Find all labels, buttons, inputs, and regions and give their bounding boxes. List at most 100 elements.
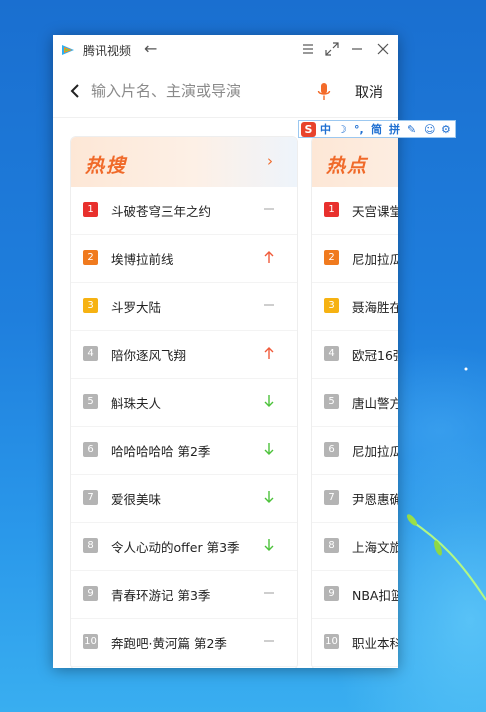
divider	[53, 117, 398, 118]
close-icon[interactable]	[375, 41, 391, 57]
trend-arrow-down-icon	[263, 489, 275, 505]
rank-number-badge: 7	[324, 490, 339, 505]
rank-number-badge: 3	[324, 298, 339, 313]
ime-moon-icon[interactable]: ☽	[337, 122, 347, 137]
hot-search-item[interactable]: 1 斗破苍穹三年之约	[71, 187, 297, 235]
rank-title: 聂海胜在	[352, 300, 398, 315]
sogou-logo-icon[interactable]: S	[301, 122, 316, 137]
back-arrow-icon[interactable]: ←	[144, 40, 160, 58]
minimize-icon[interactable]	[349, 41, 365, 57]
rank-title: 上海文旅	[352, 540, 398, 555]
trend-arrow-down-icon	[263, 441, 275, 457]
rank-number-badge: 9	[324, 586, 339, 601]
app-title: 腾讯视频	[83, 44, 132, 58]
rank-number-badge: 10	[324, 634, 339, 649]
rank-title: 奔跑吧·黄河篇 第2季	[111, 636, 227, 651]
rank-title: 哈哈哈哈哈 第2季	[111, 444, 211, 459]
rank-title: 尹恩惠确	[352, 492, 398, 507]
rank-number-badge: 6	[324, 442, 339, 457]
rank-title: 埃博拉前线	[111, 252, 174, 267]
tencent-video-logo-icon	[62, 45, 74, 55]
rank-number-badge: 1	[83, 202, 98, 217]
trend-arrow-down-icon	[263, 537, 275, 553]
rank-title: 斛珠夫人	[111, 396, 162, 411]
hot-news-card: 热点 1 天宫课堂 2 尼加拉瓜 3 聂海胜在 4 欧冠16强 5 唐山警方 6 尼加拉瓜 7 尹恩惠确 8…	[311, 136, 398, 668]
rank-number-badge: 4	[83, 346, 98, 361]
microphone-icon[interactable]	[317, 82, 331, 102]
title-bar: 腾讯视频 ←	[53, 35, 398, 65]
hot-news-item[interactable]: 8 上海文旅	[312, 523, 398, 571]
rank-title: 尼加拉瓜	[352, 252, 398, 267]
hot-search-title: 热搜	[85, 155, 128, 177]
hot-search-item[interactable]: 9 青春环游记 第3季	[71, 571, 297, 619]
ime-toolbar: S 中 ☽ °, 简拼 ✎ ☺ ⚙	[298, 120, 456, 138]
hot-news-item[interactable]: 6 尼加拉瓜	[312, 427, 398, 475]
hot-news-title: 热点	[326, 155, 369, 177]
trend-dash-icon	[263, 585, 275, 601]
rank-title: 令人心动的offer 第3季	[111, 540, 240, 555]
trend-arrow-up-icon	[263, 249, 275, 265]
ime-settings-gear-icon[interactable]: ⚙	[441, 122, 451, 137]
ime-pen-icon[interactable]: ✎	[407, 122, 416, 137]
rank-number-badge: 10	[83, 634, 98, 649]
rank-title: 陪你逐风飞翔	[111, 348, 187, 363]
rank-number-badge: 9	[83, 586, 98, 601]
trend-dash-icon	[263, 297, 275, 313]
hot-news-item[interactable]: 2 尼加拉瓜	[312, 235, 398, 283]
hot-news-item[interactable]: 1 天宫课堂	[312, 187, 398, 235]
hot-search-item[interactable]: 6 哈哈哈哈哈 第2季	[71, 427, 297, 475]
hot-search-item[interactable]: 10 奔跑吧·黄河篇 第2季	[71, 619, 297, 667]
rank-title: 爱很美味	[111, 492, 162, 507]
hot-news-list: 1 天宫课堂 2 尼加拉瓜 3 聂海胜在 4 欧冠16强 5 唐山警方 6 尼加拉瓜 7 尹恩惠确 8 上海文…	[312, 187, 398, 667]
trend-dash-icon	[263, 201, 275, 217]
cancel-button[interactable]: 取消	[355, 82, 383, 102]
rank-number-badge: 2	[83, 250, 98, 265]
rank-title: 斗破苍穹三年之约	[111, 204, 212, 219]
rank-number-badge: 1	[324, 202, 339, 217]
rank-title: 斗罗大陆	[111, 300, 162, 315]
trend-dash-icon	[263, 633, 275, 649]
hot-news-item[interactable]: 7 尹恩惠确	[312, 475, 398, 523]
rank-number-badge: 5	[83, 394, 98, 409]
search-input[interactable]	[91, 78, 281, 104]
hot-search-card: 热搜 › 1 斗破苍穹三年之约 2 埃博拉前线 3 斗罗大陆 4 陪你逐风飞翔 5 斛珠夫人 6 哈哈…	[70, 136, 298, 668]
hot-news-item[interactable]: 5 唐山警方	[312, 379, 398, 427]
rank-title: 尼加拉瓜	[352, 444, 398, 459]
ime-simplified-toggle[interactable]: 简	[371, 122, 382, 137]
hot-search-item[interactable]: 5 斛珠夫人	[71, 379, 297, 427]
rank-number-badge: 8	[83, 538, 98, 553]
chevron-left-icon[interactable]	[69, 83, 81, 99]
hot-search-item[interactable]: 8 令人心动的offer 第3季	[71, 523, 297, 571]
rank-number-badge: 5	[324, 394, 339, 409]
rank-title: 青春环游记 第3季	[111, 588, 211, 603]
hot-search-more-chevron-icon[interactable]: ›	[267, 152, 273, 170]
rank-title: 唐山警方	[352, 396, 398, 411]
rank-title: 职业本科	[352, 636, 398, 651]
hot-news-item[interactable]: 9 NBA扣篮	[312, 571, 398, 619]
hot-news-header: 热点	[312, 137, 398, 187]
desktop-wallpaper-leaf	[406, 367, 486, 601]
rank-number-badge: 4	[324, 346, 339, 361]
fullscreen-icon[interactable]	[324, 41, 340, 57]
hot-search-item[interactable]: 3 斗罗大陆	[71, 283, 297, 331]
rank-title: NBA扣篮	[352, 588, 398, 603]
hot-search-list: 1 斗破苍穹三年之约 2 埃博拉前线 3 斗罗大陆 4 陪你逐风飞翔 5 斛珠夫人 6 哈哈哈哈哈 第…	[71, 187, 297, 667]
rank-number-badge: 3	[83, 298, 98, 313]
hot-news-item[interactable]: 3 聂海胜在	[312, 283, 398, 331]
hot-search-header: 热搜 ›	[71, 137, 297, 187]
ime-punctuation-icon[interactable]: °,	[354, 122, 364, 137]
ime-emoji-icon[interactable]: ☺	[424, 122, 435, 137]
ime-chinese-mode-toggle[interactable]: 中	[320, 122, 331, 137]
trend-arrow-down-icon	[263, 393, 275, 409]
hot-search-item[interactable]: 2 埃博拉前线	[71, 235, 297, 283]
rank-number-badge: 7	[83, 490, 98, 505]
rank-number-badge: 6	[83, 442, 98, 457]
hot-search-item[interactable]: 7 爱很美味	[71, 475, 297, 523]
rank-title: 天宫课堂	[352, 204, 398, 219]
hot-search-item[interactable]: 4 陪你逐风飞翔	[71, 331, 297, 379]
ime-pinyin-toggle[interactable]: 拼	[389, 122, 400, 137]
menu-icon[interactable]	[300, 41, 316, 57]
rank-number-badge: 8	[324, 538, 339, 553]
hot-news-item[interactable]: 4 欧冠16强	[312, 331, 398, 379]
hot-news-item[interactable]: 10 职业本科	[312, 619, 398, 667]
